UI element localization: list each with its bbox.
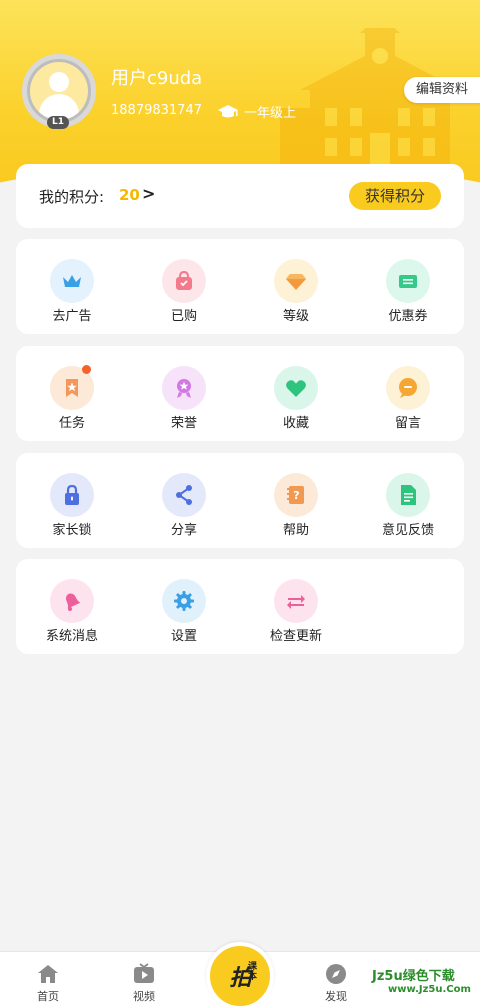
notification-dot (82, 365, 91, 374)
gear-icon (162, 579, 206, 623)
video-icon (134, 963, 154, 983)
grade-info: 一年级上 (218, 102, 296, 121)
chevron-right-icon[interactable]: > (142, 184, 155, 203)
menu-group-3: 家长锁 分享 ? 帮助 意见反馈 (16, 453, 464, 548)
coupon-icon (386, 259, 430, 303)
help-book-icon: ? (274, 473, 318, 517)
menu-item-parental-lock[interactable]: 家长锁 (16, 453, 128, 548)
message-icon (386, 366, 430, 410)
menu-item-coupon[interactable]: 优惠券 (352, 239, 464, 334)
menu-item-label: 等级 (282, 309, 309, 324)
earn-points-button[interactable]: 获得积分 (349, 182, 441, 210)
svg-text:?: ? (293, 489, 299, 502)
tab-label: 发现 (325, 990, 347, 1003)
watermark-main: Jz5u绿色下载 (372, 969, 455, 984)
menu-group-1: 去广告 已购 等级 优惠券 (16, 239, 464, 334)
shopping-bag-icon (162, 259, 206, 303)
menu-item-label: 留言 (394, 416, 421, 431)
tab-video[interactable]: 视频 (96, 952, 192, 1008)
menu-item-remove-ads[interactable]: 去广告 (16, 239, 128, 334)
menu-item-label: 优惠券 (388, 309, 428, 324)
menu-item-honor[interactable]: 荣誉 (128, 346, 240, 441)
points-card[interactable]: 我的积分: 20 > 获得积分 (16, 164, 464, 228)
avatar-placeholder-icon (30, 62, 88, 120)
feedback-doc-icon (386, 473, 430, 517)
menu-item-task[interactable]: 任务 (16, 346, 128, 441)
menu-item-system-messages[interactable]: 系统消息 (16, 559, 128, 654)
menu-item-label: 去广告 (52, 309, 92, 324)
menu-item-label: 收藏 (282, 416, 309, 431)
medal-icon (162, 366, 206, 410)
menu-item-label: 分享 (170, 523, 197, 538)
menu-item-label: 任务 (58, 416, 85, 431)
phone-number: 18879831747 (111, 103, 202, 118)
home-icon (38, 965, 58, 983)
center-button-sub-label: 课本 (248, 962, 258, 982)
tab-home[interactable]: 首页 (0, 952, 96, 1008)
menu-item-message[interactable]: 留言 (352, 346, 464, 441)
points-label: 我的积分: (39, 188, 105, 206)
points-value: 20 (119, 186, 140, 204)
menu-group-4: 系统消息 设置 检查更新 (16, 559, 464, 654)
menu-item-label: 意见反馈 (381, 523, 434, 538)
menu-item-purchased[interactable]: 已购 (128, 239, 240, 334)
school-building-icon (280, 28, 460, 178)
menu-item-label: 系统消息 (45, 629, 98, 644)
menu-group-2: 任务 荣誉 收藏 留言 (16, 346, 464, 441)
watermark: Jz5u绿色下载 www.Jz5u.Com (372, 965, 472, 999)
lock-icon (50, 473, 94, 517)
edit-profile-button[interactable]: 编辑资料 (404, 77, 480, 103)
graduation-cap-icon (218, 104, 238, 117)
level-badge: L1 (47, 116, 69, 129)
menu-item-label: 家长锁 (52, 523, 92, 538)
center-button-main-label: 拍 (229, 966, 251, 991)
menu-item-label: 检查更新 (269, 629, 322, 644)
username: 用户c9uda (111, 68, 203, 89)
menu-item-favorites[interactable]: 收藏 (240, 346, 352, 441)
menu-item-label: 荣誉 (170, 416, 197, 431)
compass-icon (326, 964, 346, 984)
menu-item-feedback[interactable]: 意见反馈 (352, 453, 464, 548)
bell-icon (50, 579, 94, 623)
menu-item-share[interactable]: 分享 (128, 453, 240, 548)
menu-item-level[interactable]: 等级 (240, 239, 352, 334)
diamond-icon (274, 259, 318, 303)
share-icon (162, 473, 206, 517)
tab-discover[interactable]: 发现 (288, 952, 384, 1008)
heart-icon (274, 366, 318, 410)
menu-item-settings[interactable]: 设置 (128, 559, 240, 654)
scan-textbook-button[interactable]: 拍 课本 (206, 942, 274, 1008)
menu-item-help[interactable]: ? 帮助 (240, 453, 352, 548)
menu-item-check-update[interactable]: 检查更新 (240, 559, 352, 654)
tab-label: 视频 (133, 990, 155, 1003)
grade-label: 一年级上 (244, 106, 297, 121)
tab-label: 首页 (37, 990, 59, 1003)
menu-item-label: 已购 (170, 309, 197, 324)
menu-item-label: 设置 (170, 629, 197, 644)
crown-icon (50, 259, 94, 303)
menu-item-label: 帮助 (282, 523, 309, 538)
watermark-sub: www.Jz5u.Com (388, 984, 471, 995)
refresh-arrows-icon (274, 579, 318, 623)
